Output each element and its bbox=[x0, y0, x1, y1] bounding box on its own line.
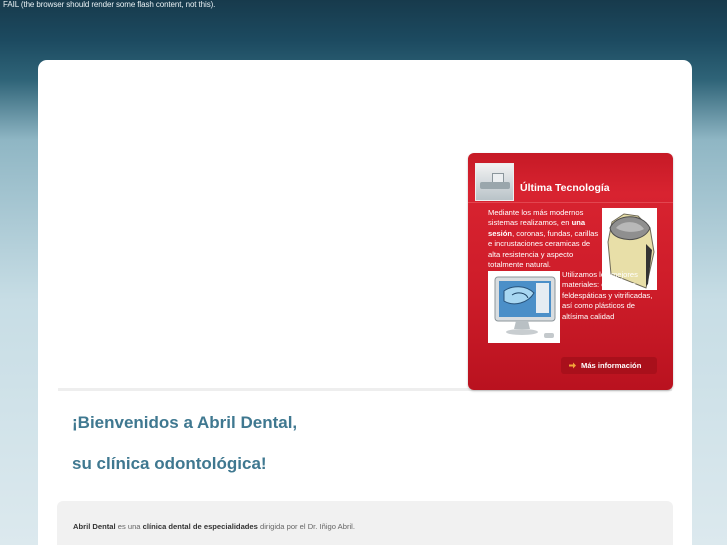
flash-area bbox=[58, 60, 468, 388]
info-text-b: dirigida por el Dr. Iñigo Abril. bbox=[257, 522, 355, 531]
info-highlight: clínica dental de especialidades bbox=[142, 522, 258, 531]
panel-materials-text: Utilizamos los mejores materiales: cerám… bbox=[562, 270, 653, 321]
info-text: Abril Dental es una clínica dental de es… bbox=[73, 522, 355, 531]
flash-fallback-text: FAIL (the browser should render some fla… bbox=[3, 0, 216, 9]
info-brand: Abril Dental bbox=[73, 522, 116, 531]
cad-monitor-image bbox=[488, 271, 560, 343]
panel-header: Última Tecnología bbox=[468, 153, 673, 203]
more-info-label: Más información bbox=[581, 361, 642, 370]
welcome-subheading: su clínica odontológica! bbox=[72, 454, 267, 473]
desk-shape bbox=[480, 182, 510, 189]
dental-equipment-image bbox=[475, 163, 514, 201]
info-text-a: es una bbox=[115, 522, 143, 531]
arrow-right-icon bbox=[568, 361, 577, 370]
panel-title: Última Tecnología bbox=[520, 182, 610, 194]
panel-text-a: Mediante los más modernos sistemas reali… bbox=[488, 208, 584, 228]
content-page: Última Tecnología Mediante los más moder… bbox=[38, 60, 692, 545]
more-info-button[interactable]: Más información bbox=[561, 357, 657, 374]
info-box: Abril Dental es una clínica dental de es… bbox=[57, 501, 673, 545]
technology-panel: Última Tecnología Mediante los más moder… bbox=[468, 153, 673, 390]
panel-description: Mediante los más modernos sistemas reali… bbox=[488, 208, 600, 270]
welcome-heading: ¡Bienvenidos a Abril Dental, bbox=[72, 413, 298, 432]
